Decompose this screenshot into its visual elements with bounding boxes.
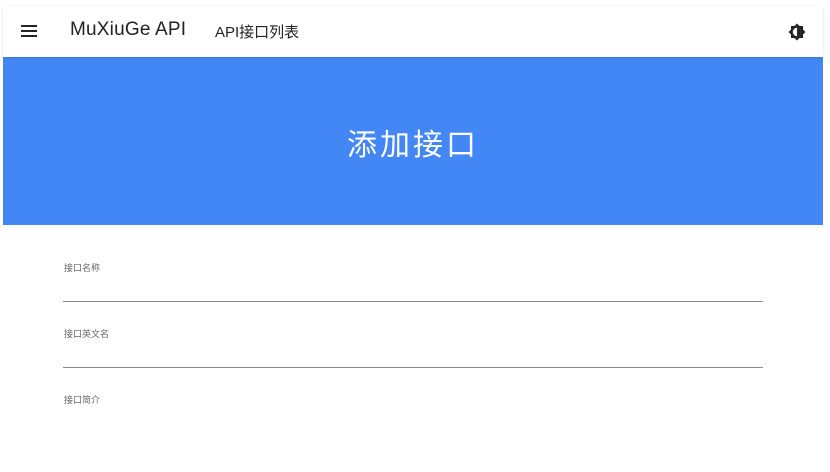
brightness-contrast-icon[interactable] xyxy=(787,22,807,42)
app-bar: MuXiuGe API API接口列表 xyxy=(3,6,823,57)
menu-line xyxy=(21,35,37,37)
page-title: 添加接口 xyxy=(347,129,479,162)
hero-banner: 添加接口 xyxy=(3,57,823,225)
menu-line xyxy=(21,25,37,27)
field-api-description: 接口简介 xyxy=(63,393,763,447)
field-api-english-name: 接口英文名 xyxy=(63,327,763,373)
menu-line xyxy=(21,30,37,32)
app-brand-title[interactable]: MuXiuGe API xyxy=(70,19,186,41)
api-english-name-input[interactable] xyxy=(63,341,763,368)
api-description-textarea[interactable] xyxy=(63,407,763,447)
api-name-input[interactable] xyxy=(63,275,763,302)
hamburger-menu-icon[interactable] xyxy=(21,22,39,40)
field-api-name: 接口名称 xyxy=(63,261,763,307)
field-label-api-name: 接口名称 xyxy=(64,263,101,273)
nav-link-api-list[interactable]: API接口列表 xyxy=(215,21,299,42)
field-label-api-description: 接口简介 xyxy=(64,395,101,405)
field-label-api-english-name: 接口英文名 xyxy=(64,329,110,339)
theme-toggle-svg xyxy=(788,23,806,41)
page: MuXiuGe API API接口列表 添加接口 接口名称 接口英文名 接口简介 xyxy=(0,0,830,472)
